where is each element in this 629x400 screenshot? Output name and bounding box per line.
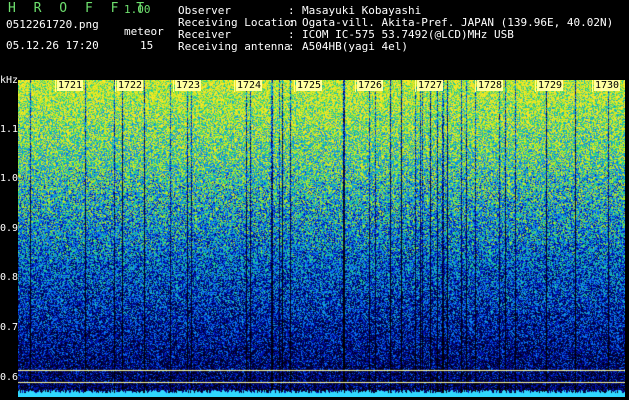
meteor-label: meteor: [124, 25, 164, 38]
time-label: 1722: [117, 80, 144, 91]
time-label: 1724: [236, 80, 263, 91]
time-marker: [592, 80, 593, 92]
y-tick-label: 0.6: [0, 372, 19, 383]
hroftt-window: H R O F F T 1.00 0512261720.png 05.12.26…: [0, 0, 629, 400]
time-label: 1729: [537, 80, 564, 91]
time-marker: [475, 80, 476, 92]
time-marker: [294, 80, 295, 92]
time-marker: [355, 80, 356, 92]
info-antenna: Receiving antenna: A504HB(yagi 4el): [178, 40, 408, 53]
time-marker: [173, 80, 174, 92]
meteor-count: 15: [140, 39, 154, 52]
y-tick-label: 1.0: [0, 173, 19, 184]
time-marker: [234, 80, 235, 92]
info-key: Receiving antenna: [178, 40, 291, 53]
time-label: 1721: [57, 80, 84, 91]
time-marker: [55, 80, 56, 92]
datetime-label: 05.12.26 17:20: [6, 39, 99, 52]
time-label: 1728: [477, 80, 504, 91]
version-label: 1.00: [124, 3, 151, 16]
y-tick-label: 0.8: [0, 272, 19, 283]
time-label: 1730: [594, 80, 621, 91]
time-label: 1723: [175, 80, 202, 91]
spectrogram: [18, 80, 625, 397]
y-tick-label: 1.1: [0, 124, 19, 135]
time-marker: [415, 80, 416, 92]
y-tick-label: 0.9: [0, 223, 19, 234]
time-marker: [535, 80, 536, 92]
time-label: 1725: [296, 80, 323, 91]
axis-unit-label: kHz: [0, 75, 19, 86]
y-tick-label: 0.7: [0, 322, 19, 333]
time-label: 1727: [417, 80, 444, 91]
filename-label: 0512261720.png: [6, 18, 99, 31]
info-value: A504HB(yagi 4el): [302, 40, 408, 53]
time-marker: [115, 80, 116, 92]
time-label: 1726: [357, 80, 384, 91]
info-colon: :: [288, 40, 295, 53]
